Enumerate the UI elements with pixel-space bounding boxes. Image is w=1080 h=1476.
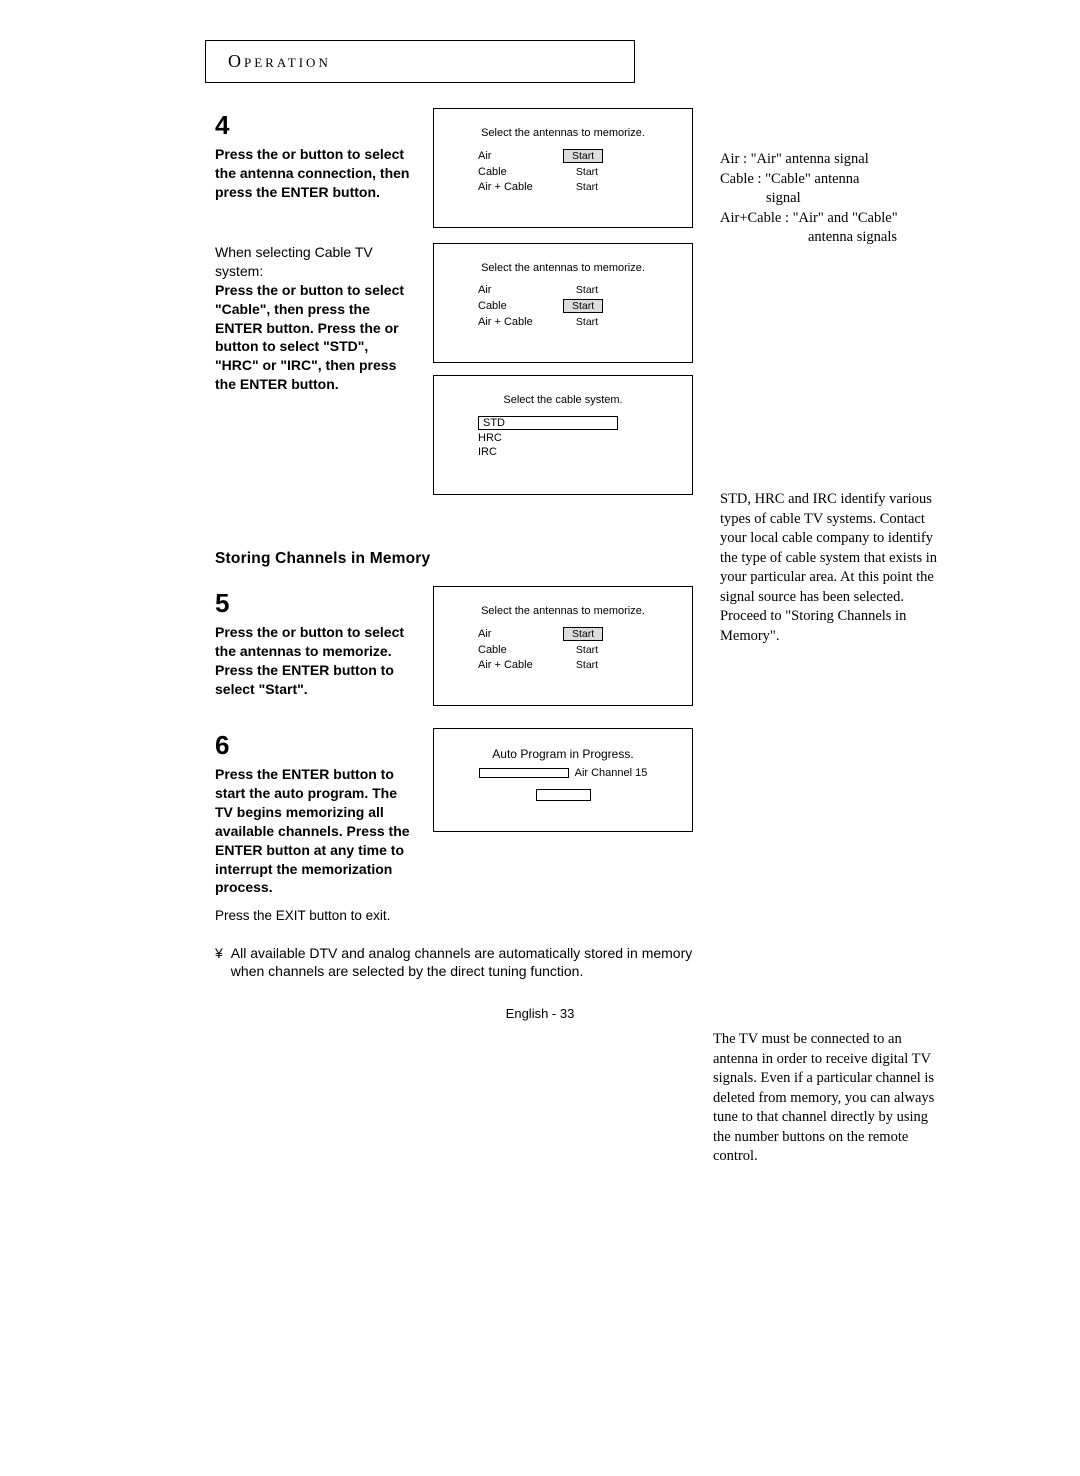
- bottom-note-text: All available DTV and analog channels ar…: [231, 944, 715, 982]
- antenna-screen-2: Select the antennas to memorize. Air Sta…: [433, 243, 693, 363]
- progress-indicator: [536, 789, 591, 801]
- screen-title: Select the antennas to memorize.: [448, 127, 678, 139]
- bullet-icon: ¥: [215, 944, 223, 982]
- step-6-instruction: 6 Press the ENTER button to start the au…: [215, 728, 415, 926]
- step-4-instruction: 4 Press the or button to select the ante…: [215, 108, 415, 228]
- section-title: Operation: [228, 51, 331, 71]
- step-4b-heading: When selecting Cable TV system:: [215, 243, 415, 281]
- step-4-screen: Select the antennas to memorize. Air Sta…: [433, 108, 693, 228]
- progress-screen: Auto Program in Progress. Air Channel 15: [433, 728, 693, 832]
- step-5-text: Press the or button to select the antenn…: [215, 623, 415, 699]
- step-4-row: 4 Press the or button to select the ante…: [215, 108, 1080, 228]
- bottom-note: ¥ All available DTV and analog channels …: [215, 944, 715, 982]
- step-5-instruction: 5 Press the or button to select the ante…: [215, 586, 415, 706]
- section-header: Operation: [205, 40, 635, 83]
- step-4-number: 4: [215, 108, 415, 143]
- side-note-antenna: The TV must be connected to an antenna i…: [713, 1030, 943, 1167]
- step-5-number: 5: [215, 586, 415, 621]
- exit-note: Press the EXIT button to exit.: [215, 907, 415, 925]
- antenna-row-air: Air Start: [478, 149, 678, 163]
- page-number: English - 33: [0, 1006, 1080, 1021]
- storing-channels-header: Storing Channels in Memory: [215, 550, 1080, 568]
- step-6-number: 6: [215, 728, 415, 763]
- antenna-row-air: Air Start: [478, 284, 678, 296]
- progress-channel: Air Channel 15: [575, 767, 648, 779]
- step-5-screen: Select the antennas to memorize. Air Sta…: [433, 586, 693, 706]
- cable-system-screen: Select the cable system. STD HRC IRC: [433, 375, 693, 495]
- antenna-row-air: Air Start: [478, 627, 678, 641]
- step-6-row: 6 Press the ENTER button to start the au…: [215, 728, 1080, 926]
- antenna-row-aircable: Air + Cable Start: [478, 659, 678, 671]
- antenna-row-aircable: Air + Cable Start: [478, 181, 678, 193]
- progress-bar: [479, 768, 569, 778]
- antenna-row-cable: Cable Start: [478, 299, 678, 313]
- side-note-cable-systems: STD, HRC and IRC identify various types …: [720, 490, 950, 647]
- step-4b-text: Press the or button to select "Cable", t…: [215, 281, 415, 394]
- step-4b-row: When selecting Cable TV system: Press th…: [215, 243, 1080, 495]
- antenna-screen-3: Select the antennas to memorize. Air Sta…: [433, 586, 693, 706]
- cable-option-irc[interactable]: IRC: [478, 446, 678, 458]
- progress-title: Auto Program in Progress.: [456, 747, 670, 761]
- step-5-row: 5 Press the or button to select the ante…: [215, 586, 1080, 706]
- antenna-row-cable: Cable Start: [478, 644, 678, 656]
- side-note-signals: Air : "Air" antenna signal Cable : "Cabl…: [720, 150, 950, 248]
- antenna-row-aircable: Air + Cable Start: [478, 316, 678, 328]
- antenna-screen-1: Select the antennas to memorize. Air Sta…: [433, 108, 693, 228]
- step-4-text: Press the or button to select the antenn…: [215, 145, 415, 202]
- step-6-screen: Auto Program in Progress. Air Channel 15: [433, 728, 693, 926]
- cable-option-std[interactable]: STD: [478, 416, 618, 430]
- step-4b-screens: Select the antennas to memorize. Air Sta…: [433, 243, 693, 495]
- start-button[interactable]: Start: [563, 627, 603, 641]
- start-button[interactable]: Start: [563, 149, 603, 163]
- start-button[interactable]: Start: [563, 299, 603, 313]
- step-6-text: Press the ENTER button to start the auto…: [215, 765, 415, 897]
- step-4b-instruction: When selecting Cable TV system: Press th…: [215, 243, 415, 495]
- cable-option-hrc[interactable]: HRC: [478, 432, 678, 444]
- antenna-row-cable: Cable Start: [478, 166, 678, 178]
